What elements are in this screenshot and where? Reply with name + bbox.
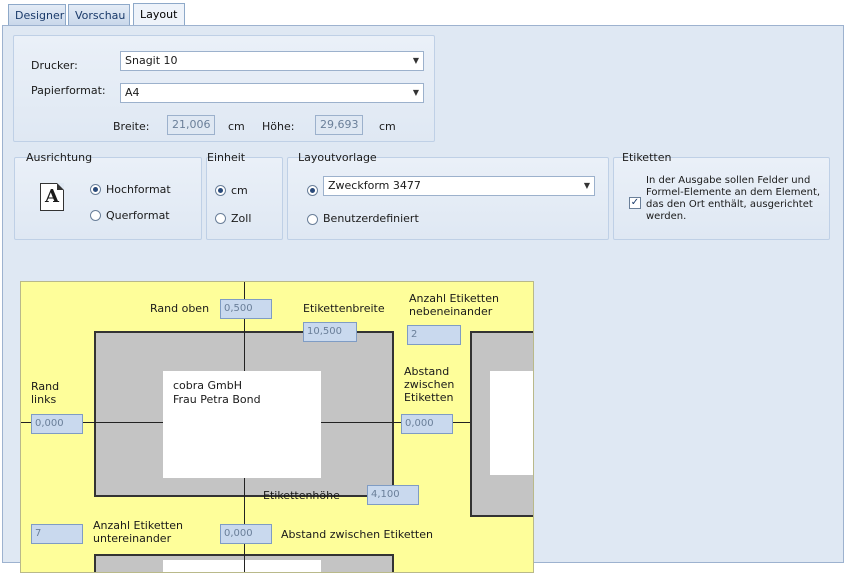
breite-label: Breite: [113,120,150,133]
zoll-label: Zoll [231,212,252,225]
papierformat-select[interactable]: A4 ▼ [120,83,424,103]
tab-designer-label: Designer [15,9,65,22]
benutzerdefiniert-radio[interactable] [307,214,318,225]
abstand-vertical-label: Abstand zwischen Etiketten [281,528,433,541]
rand-links-label-1: Rand [31,380,60,393]
breite-field: 21,006 [167,115,215,135]
drucker-select[interactable]: Snagit 10 ▼ [120,51,424,71]
ausrichtung-title: Ausrichtung [26,151,93,164]
ausrichtung-group: Ausrichtung A Hochformat Querformat [14,151,202,240]
tab-vorschau-label: Vorschau [75,9,126,22]
abstand-label-3: Etiketten [404,391,454,404]
abstand-vertical-field[interactable]: 0,000 [220,524,272,544]
etikettenhoehe-value: 4,100 [371,489,400,500]
rand-oben-value: 0,500 [224,303,253,314]
label-layout-preview: cobra GmbH Frau Petra Bond Rand oben 0,5… [20,281,534,573]
einheit-title: Einheit [207,151,246,164]
layout-window: Designer Vorschau Layout Drucker: Snagit… [0,0,849,573]
rand-links-label-2: links [31,393,57,406]
benutzerdefiniert-label: Benutzerdefiniert [323,212,419,225]
drucker-value: Snagit 10 [125,54,178,67]
etiketten-description: In der Ausgabe sollen Felder und Formel-… [646,175,821,222]
etikettenbreite-value: 10,500 [307,326,342,337]
hoehe-label: Höhe: [262,120,295,133]
tab-designer[interactable]: Designer [8,4,66,26]
layoutvorlage-select[interactable]: Zweckform 3477 ▼ [323,176,595,196]
etikettenhoehe-field[interactable]: 4,100 [367,485,419,505]
layout-panel: Drucker: Snagit 10 ▼ Papierformat: A4 ▼ … [2,25,844,573]
etiketten-checkbox[interactable]: ✓ [629,197,641,209]
papierformat-label: Papierformat: [31,84,106,97]
tab-layout[interactable]: Layout [133,3,185,27]
hoehe-unit: cm [379,120,396,133]
breite-unit: cm [228,120,245,133]
cm-radio[interactable] [215,185,226,196]
address-line-1: cobra GmbH [173,379,243,392]
chevron-down-icon: ▼ [412,56,419,65]
hochformat-label: Hochformat [106,183,171,196]
layoutvorlage-group: Layoutvorlage Zweckform 3477 ▼ Benutzerd… [287,151,609,240]
label-content-area-bottom [163,560,321,572]
layoutvorlage-title: Layoutvorlage [298,151,377,164]
abstand-horizontal-field[interactable]: 0,000 [401,414,453,434]
chevron-down-icon: ▼ [583,181,590,190]
anzahl-neben-field[interactable]: 2 [407,325,461,345]
drucker-label: Drucker: [31,59,78,72]
anzahl-neben-label-1: Anzahl Etiketten [409,292,499,305]
abstand-label-2: zwischen [404,378,455,391]
anzahl-unter-field[interactable]: 7 [31,524,83,544]
vorlage-preset-radio[interactable] [307,185,318,196]
rand-links-field[interactable]: 0,000 [31,414,83,434]
abstand-label-1: Abstand [404,365,450,378]
hochformat-radio[interactable] [90,184,101,195]
etikettenhoehe-label: Etikettenhöhe [263,489,340,502]
hoehe-field: 29,693 [315,115,363,135]
querformat-label: Querformat [106,209,170,222]
anzahl-neben-label-2: nebeneinander [409,305,493,318]
etiketten-group: Etiketten ✓ In der Ausgabe sollen Felder… [613,151,830,240]
rand-oben-field[interactable]: 0,500 [220,299,272,319]
etiketten-title: Etiketten [622,151,672,164]
zoll-radio[interactable] [215,213,226,224]
address-line-2: Frau Petra Bond [173,393,261,406]
querformat-radio[interactable] [90,210,101,221]
anzahl-unter-value: 7 [35,528,42,539]
tab-layout-label: Layout [140,8,178,21]
cm-label: cm [231,184,248,197]
etikettenbreite-label: Etikettenbreite [303,302,385,315]
anzahl-unter-label-1: Anzahl Etiketten [93,519,183,532]
etikettenbreite-field[interactable]: 10,500 [303,322,357,342]
label-content-area-right [490,371,533,475]
abstand-horizontal-value: 0,000 [405,418,434,429]
anzahl-neben-value: 2 [411,329,418,340]
abstand-vertical-value: 0,000 [224,528,253,539]
portrait-document-icon: A [40,183,64,211]
hoehe-value: 29,693 [320,118,359,131]
rand-oben-label: Rand oben [150,302,210,315]
layoutvorlage-value: Zweckform 3477 [328,179,421,192]
anzahl-unter-label-2: untereinander [93,532,172,545]
rand-links-value: 0,000 [35,418,64,429]
printer-group: Drucker: Snagit 10 ▼ Papierformat: A4 ▼ … [13,35,435,142]
breite-value: 21,006 [172,118,211,131]
tab-vorschau[interactable]: Vorschau [68,4,130,26]
einheit-group: Einheit cm Zoll [206,151,283,240]
papierformat-value: A4 [125,86,140,99]
chevron-down-icon: ▼ [412,88,419,97]
